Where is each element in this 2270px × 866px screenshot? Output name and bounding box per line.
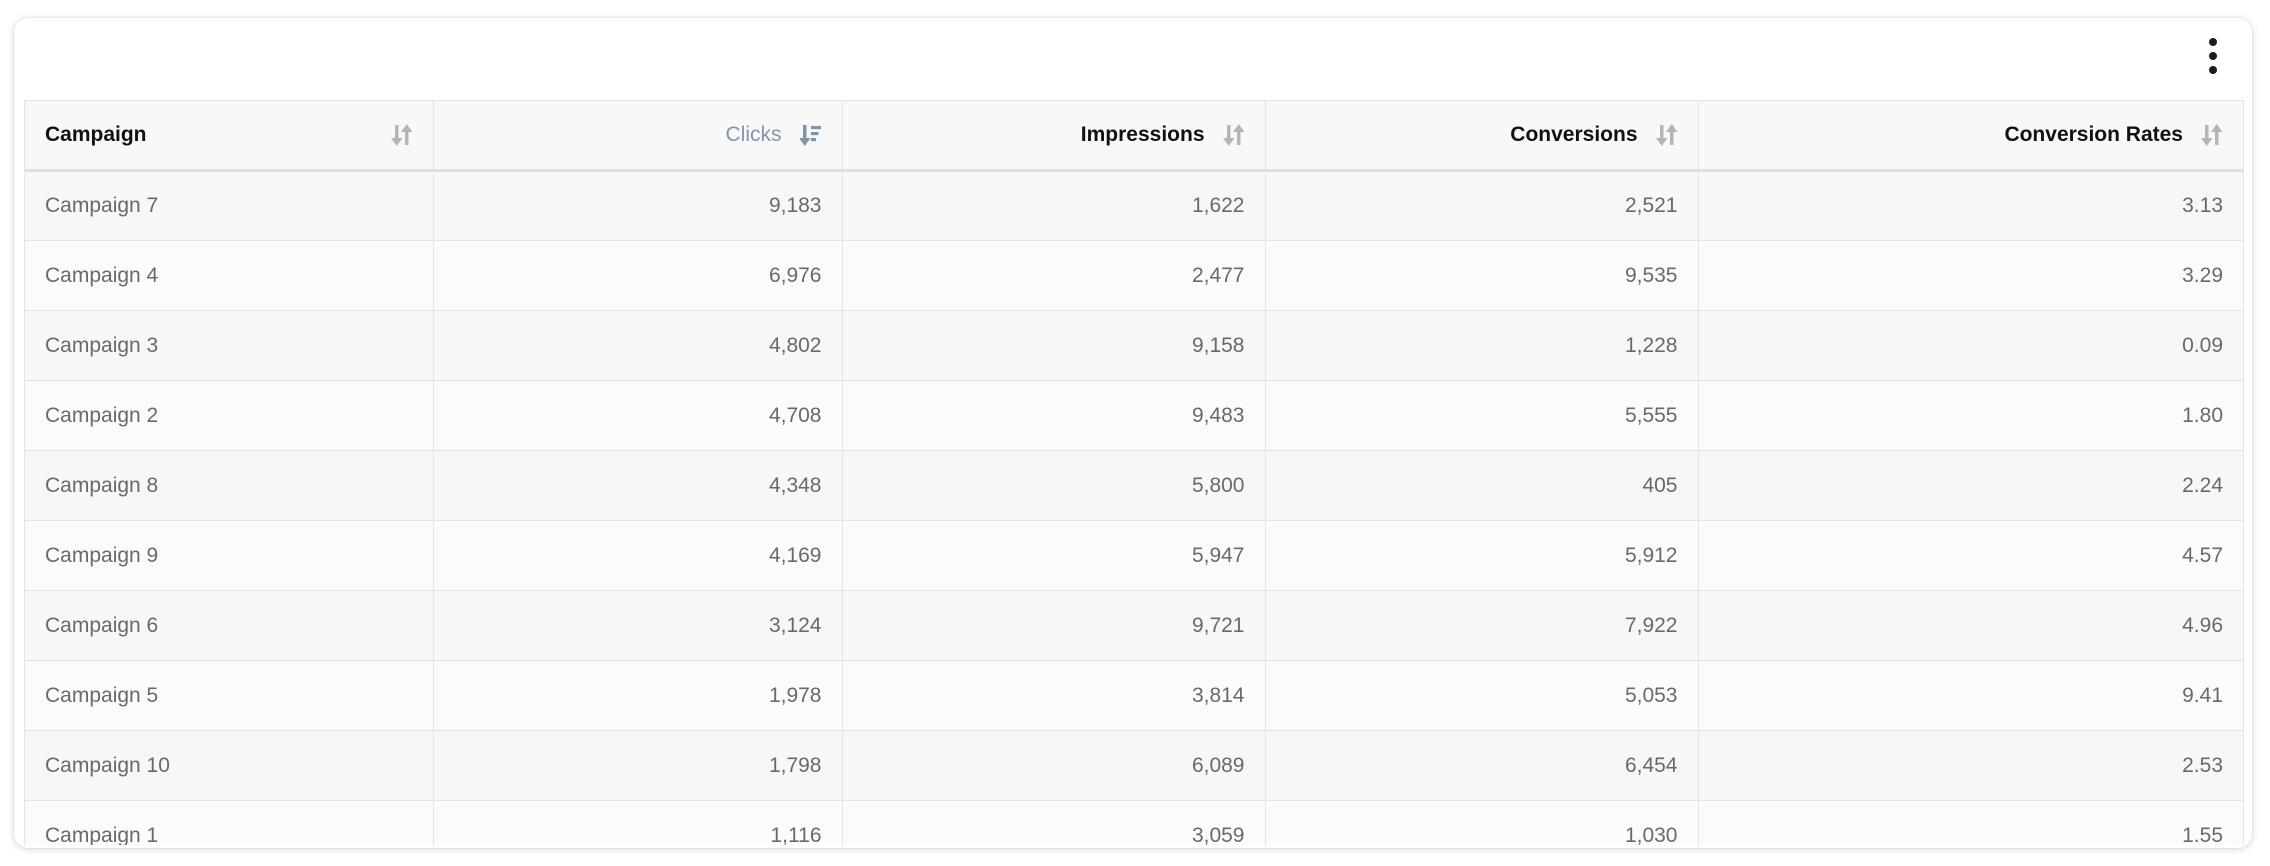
cell-clicks: 9,183: [433, 170, 843, 241]
dot: [2209, 38, 2217, 46]
column-header-impressions[interactable]: Impressions: [842, 100, 1266, 172]
cell-impressions: 6,089: [842, 730, 1266, 801]
cell-campaign: Campaign 4: [25, 240, 434, 311]
cell-clicks: 4,708: [433, 380, 843, 451]
cell-impressions: 3,814: [842, 660, 1266, 731]
cell-clicks: 4,169: [433, 520, 843, 591]
table-row[interactable]: Campaign 1 1,116 3,059 1,030 1.55: [25, 800, 2243, 845]
column-header-label: Conversion Rates: [2004, 123, 2183, 146]
table-row[interactable]: Campaign 2 4,708 9,483 5,555 1.80: [25, 380, 2243, 451]
cell-conversion-rate: 3.29: [1698, 240, 2243, 311]
cell-clicks: 3,124: [433, 590, 843, 661]
cell-campaign: Campaign 5: [25, 660, 434, 731]
column-header-label: Impressions: [1080, 123, 1205, 146]
table-row[interactable]: Campaign 8 4,348 5,800 405 2.24: [25, 450, 2243, 521]
table-row[interactable]: Campaign 6 3,124 9,721 7,922 4.96: [25, 590, 2243, 661]
cell-campaign: Campaign 2: [25, 380, 434, 451]
campaign-table: Campaign Clicks Impressions Conversions …: [25, 100, 2243, 845]
cell-conversion-rate: 1.55: [1698, 800, 2243, 845]
cell-impressions: 5,800: [842, 450, 1266, 521]
sort-icon[interactable]: [1655, 122, 1678, 148]
table-header-row: Campaign Clicks Impressions Conversions …: [25, 100, 2243, 172]
cell-impressions: 9,158: [842, 310, 1266, 381]
more-vertical-icon[interactable]: [2198, 36, 2228, 76]
cell-campaign: Campaign 6: [25, 590, 434, 661]
cell-conversion-rate: 1.80: [1698, 380, 2243, 451]
cell-campaign: Campaign 9: [25, 520, 434, 591]
column-header-conversions[interactable]: Conversions: [1265, 100, 1699, 172]
cell-conversions: 7,922: [1265, 590, 1699, 661]
cell-impressions: 9,483: [842, 380, 1266, 451]
cell-conversion-rate: 3.13: [1698, 170, 2243, 241]
cell-conversions: 1,228: [1265, 310, 1699, 381]
cell-impressions: 1,622: [842, 170, 1266, 241]
column-header-campaign[interactable]: Campaign: [25, 100, 434, 172]
dot: [2209, 52, 2217, 60]
sort-descending-icon[interactable]: [799, 122, 822, 148]
column-header-clicks[interactable]: Clicks: [433, 100, 843, 172]
cell-conversions: 1,030: [1265, 800, 1699, 845]
cell-conversions: 6,454: [1265, 730, 1699, 801]
cell-conversion-rate: 4.96: [1698, 590, 2243, 661]
cell-campaign: Campaign 3: [25, 310, 434, 381]
sort-icon[interactable]: [390, 122, 413, 148]
cell-conversions: 5,555: [1265, 380, 1699, 451]
cell-conversion-rate: 4.57: [1698, 520, 2243, 591]
column-header-label: Campaign: [45, 123, 147, 146]
cell-impressions: 9,721: [842, 590, 1266, 661]
sort-icon[interactable]: [2201, 122, 2223, 148]
cell-conversion-rate: 2.53: [1698, 730, 2243, 801]
campaign-table-card: Campaign Clicks Impressions Conversions …: [14, 18, 2252, 848]
table-row[interactable]: Campaign 4 6,976 2,477 9,535 3.29: [25, 240, 2243, 311]
sort-icon[interactable]: [1222, 122, 1245, 148]
cell-conversions: 5,912: [1265, 520, 1699, 591]
cell-conversions: 405: [1265, 450, 1699, 521]
cell-conversion-rate: 9.41: [1698, 660, 2243, 731]
cell-impressions: 3,059: [842, 800, 1266, 845]
table-row[interactable]: Campaign 7 9,183 1,622 2,521 3.13: [25, 170, 2243, 241]
cell-conversion-rate: 2.24: [1698, 450, 2243, 521]
table-row[interactable]: Campaign 9 4,169 5,947 5,912 4.57: [25, 520, 2243, 591]
column-header-conversion-rates[interactable]: Conversion Rates: [1698, 100, 2243, 172]
cell-clicks: 1,978: [433, 660, 843, 731]
cell-campaign: Campaign 8: [25, 450, 434, 521]
table-row[interactable]: Campaign 5 1,978 3,814 5,053 9.41: [25, 660, 2243, 731]
cell-clicks: 4,348: [433, 450, 843, 521]
cell-clicks: 4,802: [433, 310, 843, 381]
table-row[interactable]: Campaign 3 4,802 9,158 1,228 0.09: [25, 310, 2243, 381]
cell-clicks: 1,116: [433, 800, 843, 845]
cell-campaign: Campaign 10: [25, 730, 434, 801]
table-row[interactable]: Campaign 10 1,798 6,089 6,454 2.53: [25, 730, 2243, 801]
cell-conversions: 5,053: [1265, 660, 1699, 731]
column-header-label: Conversions: [1510, 123, 1638, 146]
cell-impressions: 5,947: [842, 520, 1266, 591]
cell-conversions: 2,521: [1265, 170, 1699, 241]
cell-campaign: Campaign 1: [25, 800, 434, 845]
table-scroll-area[interactable]: Campaign Clicks Impressions Conversions …: [24, 100, 2244, 845]
dot: [2209, 66, 2217, 74]
cell-conversion-rate: 0.09: [1698, 310, 2243, 381]
cell-conversions: 9,535: [1265, 240, 1699, 311]
cell-campaign: Campaign 7: [25, 170, 434, 241]
cell-clicks: 6,976: [433, 240, 843, 311]
column-header-label: Clicks: [725, 123, 782, 146]
cell-impressions: 2,477: [842, 240, 1266, 311]
cell-clicks: 1,798: [433, 730, 843, 801]
